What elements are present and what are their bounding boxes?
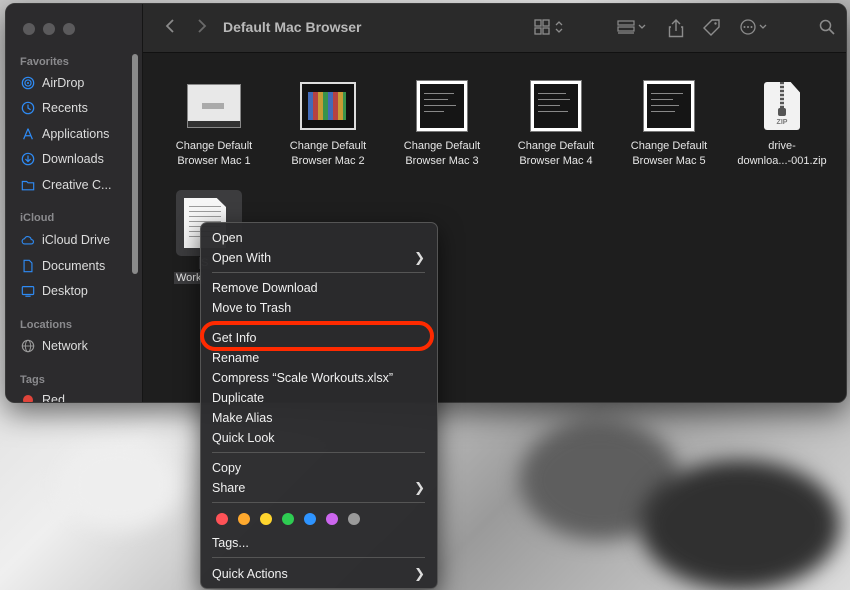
folder-icon [20,177,36,193]
file-item[interactable]: Change Default Browser Mac 2 [275,79,381,169]
group-by-icon[interactable] [616,18,648,36]
section-favorites: Favorites [20,56,69,68]
sidebar-item-airdrop[interactable]: AirDrop [20,73,84,93]
file-item[interactable]: Change Default Browser Mac 5 [616,79,722,169]
red-tag-dot-icon [20,392,36,402]
file-item[interactable]: Change Default Browser Mac 4 [503,79,609,169]
file-thumbnail [416,80,468,132]
sidebar-item-documents[interactable]: Documents [20,256,105,276]
sidebar-item-recents[interactable]: Recents [20,98,88,118]
airdrop-icon [20,75,36,91]
file-item[interactable]: Change Default Browser Mac 1 [161,79,267,169]
sidebar-item-creative-cloud[interactable]: Creative C... [20,175,111,195]
menu-item-tags[interactable]: Tags... [212,533,425,553]
section-locations: Locations [20,319,72,331]
menu-separator [212,452,425,453]
cloud-icon [20,232,36,248]
menu-item-make-alias[interactable]: Make Alias [212,408,425,428]
globe-icon [20,338,36,354]
share-icon[interactable] [668,18,684,38]
tag-orange-dot[interactable] [238,513,250,525]
download-icon [20,151,36,167]
sidebar-item-label: iCloud Drive [42,233,111,247]
sidebar-item-icloud-drive[interactable]: iCloud Drive [20,230,110,250]
menu-separator [212,557,425,558]
file-name: Change Default Browser Mac 2 [289,140,367,167]
desktop-icon [20,283,36,299]
sidebar-item-desktop[interactable]: Desktop [20,281,88,301]
toolbar: Default Mac Browser [143,4,846,53]
tag-purple-dot[interactable] [326,513,338,525]
window-controls [23,23,75,35]
menu-separator [212,272,425,273]
chevron-right-icon: ❯ [414,566,425,581]
sidebar-item-applications[interactable]: Applications [20,124,109,144]
sidebar-item-label: Red [42,393,65,403]
menu-item-quick-look[interactable]: Quick Look [212,428,425,448]
file-item-zip[interactable]: ZIP drive-downloa...-001.zip [729,79,835,169]
menu-item-remove-download[interactable]: Remove Download [212,278,425,298]
chevron-right-icon: ❯ [414,480,425,495]
applications-icon [20,126,36,142]
window-title: Default Mac Browser [223,19,362,35]
menu-item-copy[interactable]: Copy [212,458,425,478]
file-thumbnail [300,82,356,130]
document-icon [20,258,36,274]
menu-item-share[interactable]: Share ❯ [212,478,425,498]
file-name: Change Default Browser Mac 4 [517,140,595,167]
section-icloud: iCloud [20,212,55,224]
minimize-button[interactable] [43,23,55,35]
close-button[interactable] [23,23,35,35]
tag-gray-dot[interactable] [348,513,360,525]
forward-button[interactable] [197,18,207,39]
clock-icon [20,100,36,116]
file-thumbnail [530,80,582,132]
file-item[interactable]: Change Default Browser Mac 3 [389,79,495,169]
file-name: drive-downloa...-001.zip [737,140,827,167]
menu-item-open-with[interactable]: Open With ❯ [212,248,425,268]
search-icon[interactable] [818,18,836,36]
sidebar-scrollbar[interactable] [132,54,138,274]
tag-blue-dot[interactable] [304,513,316,525]
tag-red-dot[interactable] [216,513,228,525]
sidebar-item-label: Recents [42,101,88,115]
sidebar-item-label: Network [42,339,88,353]
tag-color-picker [216,513,360,525]
sidebar-item-tag-red[interactable]: Red [20,390,65,403]
menu-item-move-to-trash[interactable]: Move to Trash [212,298,425,318]
sidebar-item-label: Documents [42,259,106,273]
context-menu: Open Open With ❯ Remove Download Move to… [200,222,438,589]
menu-item-compress[interactable]: Compress “Scale Workouts.xlsx” [212,368,425,388]
menu-item-duplicate[interactable]: Duplicate [212,388,425,408]
menu-item-open[interactable]: Open [212,228,425,248]
file-name: Change Default Browser Mac 1 [175,140,253,167]
sidebar: Favorites AirDrop Recents Applications D… [6,4,143,402]
file-thumbnail [643,80,695,132]
back-button[interactable] [165,18,175,39]
view-grid-icon[interactable] [533,18,567,36]
sidebar-item-label: Downloads [42,152,104,166]
tag-icon[interactable] [702,18,722,38]
tag-green-dot[interactable] [282,513,294,525]
file-name: Change Default Browser Mac 5 [630,140,708,167]
menu-item-rename[interactable]: Rename [212,348,425,368]
menu-separator [212,502,425,503]
more-actions-icon[interactable] [739,18,773,36]
tag-yellow-dot[interactable] [260,513,272,525]
sidebar-item-label: Applications [42,127,110,141]
sidebar-item-label: AirDrop [42,76,85,90]
chevron-right-icon: ❯ [414,250,425,265]
get-info-highlight-annotation [200,321,434,351]
file-name: Change Default Browser Mac 3 [403,140,481,167]
file-thumbnail [187,84,241,128]
zip-file-icon: ZIP [764,82,800,130]
zoom-button[interactable] [63,23,75,35]
sidebar-item-downloads[interactable]: Downloads [20,149,104,169]
sidebar-item-label: Desktop [42,284,88,298]
sidebar-item-network[interactable]: Network [20,336,88,356]
section-tags: Tags [20,374,45,386]
menu-item-quick-actions[interactable]: Quick Actions ❯ [212,564,425,584]
sidebar-item-label: Creative C... [42,178,112,192]
